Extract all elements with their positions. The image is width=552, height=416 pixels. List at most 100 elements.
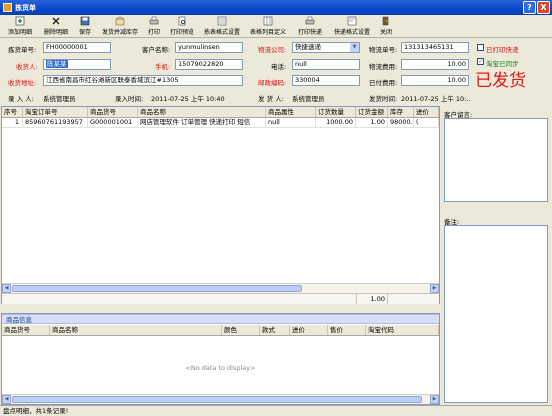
col-attributes[interactable]: 商品属性 [266, 107, 316, 117]
close-button[interactable]: 关闭 [376, 15, 396, 37]
col-amount[interactable]: 订货金额 [356, 107, 388, 117]
customer-field[interactable]: yunmulinsen [175, 42, 243, 53]
postcode-label: 邮政编码: [258, 79, 287, 87]
ship-time-value: 2011-07-25 上午 10:.. [401, 95, 471, 103]
mobile-label: 手机: [155, 63, 171, 71]
col-color[interactable]: 颜色 [222, 325, 260, 335]
entered-by-label: 录 入 人: [8, 95, 34, 103]
entry-time-value: 2011-07-25 上午 10:40 [151, 95, 225, 103]
taobao-sync-checkbox[interactable]: ✓ [477, 58, 484, 65]
order-no-field[interactable]: FH00000001 [43, 42, 111, 53]
scroll-thumb[interactable] [12, 285, 302, 292]
cell-amount: 1.00 [356, 118, 388, 127]
title-bar: 拣货单 ? X [0, 0, 552, 15]
express-format-button[interactable]: 快递格式设置 [330, 15, 374, 37]
cell-cost: ( [414, 118, 439, 127]
col-sale-price[interactable]: 售价 [328, 325, 366, 335]
col-seq[interactable]: 序号 [2, 107, 23, 117]
tracking-no-field[interactable]: 131313465131 [401, 42, 469, 53]
cell-taobao-order: 85960761193957 [23, 118, 88, 127]
columns-icon [263, 16, 273, 26]
summary-row: 1.00 [2, 293, 439, 304]
order-no-label: 拣货单号: [8, 46, 37, 54]
cell-quantity: 1000.00 [316, 118, 356, 127]
horizontal-scrollbar[interactable]: ◀ ▶ [2, 283, 439, 293]
express-company-label: 物流公司: [258, 46, 287, 54]
express-company-value: 快捷速递 [295, 43, 321, 51]
product-horizontal-scrollbar[interactable]: ◀ ▶ [2, 394, 439, 404]
shipping-fee-field[interactable]: 10.00 [401, 59, 469, 70]
product-info-title[interactable]: 商品信息 [2, 314, 439, 324]
receiver-field[interactable]: 陈某某 [43, 59, 111, 70]
col-product-name[interactable]: 商品名称 [50, 325, 222, 335]
scroll-right-icon[interactable]: ▶ [430, 284, 439, 293]
col-taobao-code[interactable]: 淘宝代码 [366, 325, 439, 335]
save-icon [80, 16, 90, 26]
column-definition-button[interactable]: 表格列目定义 [246, 15, 290, 37]
ship-and-deduct-button[interactable]: 发货并减库存 [98, 15, 142, 37]
delete-detail-button[interactable]: 删除明细 [40, 15, 72, 37]
printed-express-label: 已打印快递 [486, 46, 519, 54]
remark-field[interactable] [444, 225, 548, 403]
ship-icon [115, 16, 125, 26]
exit-icon [382, 16, 389, 26]
cell-stock: 98000.0 [390, 118, 414, 127]
col-stock[interactable]: 库存 [388, 107, 414, 117]
paid-fee-label: 已付费用: [369, 79, 398, 87]
printed-express-checkbox[interactable] [477, 44, 484, 51]
product-info-header: 商品货号 商品名称 颜色 款式 进价 售价 淘宝代码 [2, 325, 439, 336]
print-express-icon [305, 16, 315, 25]
entered-by-value: 系统管理员 [43, 95, 76, 103]
col-product-name[interactable]: 商品名称 [138, 107, 266, 117]
cell-attributes: null [266, 118, 316, 127]
save-button[interactable]: 保存 [74, 15, 96, 37]
customer-message-field[interactable] [444, 118, 548, 202]
express-company-select[interactable]: 快捷速递 ▼ [292, 42, 360, 53]
paid-fee-field[interactable]: 10.00 [401, 75, 469, 86]
shipper-value: 系统管理员 [292, 95, 325, 103]
chevron-down-icon[interactable]: ▼ [350, 43, 359, 52]
col-sku[interactable]: 商品货号 [88, 107, 138, 117]
address-label: 收货地址: [8, 79, 37, 87]
scroll-left-icon[interactable]: ◀ [2, 395, 11, 404]
total-amount: 1.00 [356, 294, 388, 304]
help-button[interactable]: ? [523, 1, 536, 14]
receiver-value: 陈某某 [46, 60, 68, 68]
entry-time-label: 录入时间: [115, 95, 144, 103]
phone-label: 电话: [271, 63, 287, 71]
format-settings-button[interactable]: 拣表格式设置 [200, 15, 244, 37]
print-button[interactable]: 打印 [144, 15, 164, 37]
shipper-label: 发 货 人: [258, 95, 284, 103]
address-field[interactable]: 江西省南昌市红谷滩新区联泰香域滨江#1305 [43, 75, 243, 86]
right-panel: 客户留言: 备注: [441, 106, 552, 405]
customer-label: 客户名称: [142, 46, 171, 54]
col-cost[interactable]: 进价 [414, 107, 439, 117]
scroll-right-icon[interactable]: ▶ [430, 395, 439, 404]
cell-sku: G000001001 [88, 118, 138, 127]
col-product-sku[interactable]: 商品货号 [2, 325, 50, 335]
col-cost-price[interactable]: 进价 [290, 325, 328, 335]
tracking-no-label: 物流单号: [369, 46, 398, 54]
toolbar: 添加明细 删除明细 保存 发货并减库存 打印 打印预览 拣表格式设置 表格列目定… [0, 15, 552, 38]
table-row[interactable]: 1 85960761193957 G000001001 网店管理软件 订单管理 … [2, 118, 439, 128]
print-preview-button[interactable]: 打印预览 [166, 15, 198, 37]
postcode-field[interactable]: 330004 [292, 75, 360, 86]
col-quantity[interactable]: 订货数量 [316, 107, 356, 117]
col-style[interactable]: 款式 [260, 325, 290, 335]
close-window-button[interactable]: X [537, 1, 550, 14]
mobile-field[interactable]: 15079022820 [175, 59, 243, 70]
print-express-button[interactable]: 打印快递 [294, 15, 326, 37]
app-icon [3, 3, 12, 12]
order-lines-grid[interactable]: 序号 淘宝订单号 商品货号 商品名称 商品属性 订货数量 订货金额 库存 进价 … [1, 106, 440, 304]
shipping-fee-label: 物流费用: [369, 63, 398, 71]
format-settings-icon [217, 16, 227, 26]
scroll-thumb[interactable] [12, 396, 422, 403]
col-taobao-order[interactable]: 淘宝订单号 [23, 107, 88, 117]
add-detail-button[interactable]: 添加明细 [4, 15, 36, 37]
cell-product-name: 网店管理软件 订单管理 快递打印 短信 [138, 118, 266, 127]
empty-message: <No data to display> [185, 364, 256, 372]
phone-field[interactable]: null [292, 59, 360, 70]
scroll-left-icon[interactable]: ◀ [2, 284, 11, 293]
print-preview-icon [178, 16, 186, 26]
receiver-label: 收货人: [16, 63, 38, 71]
